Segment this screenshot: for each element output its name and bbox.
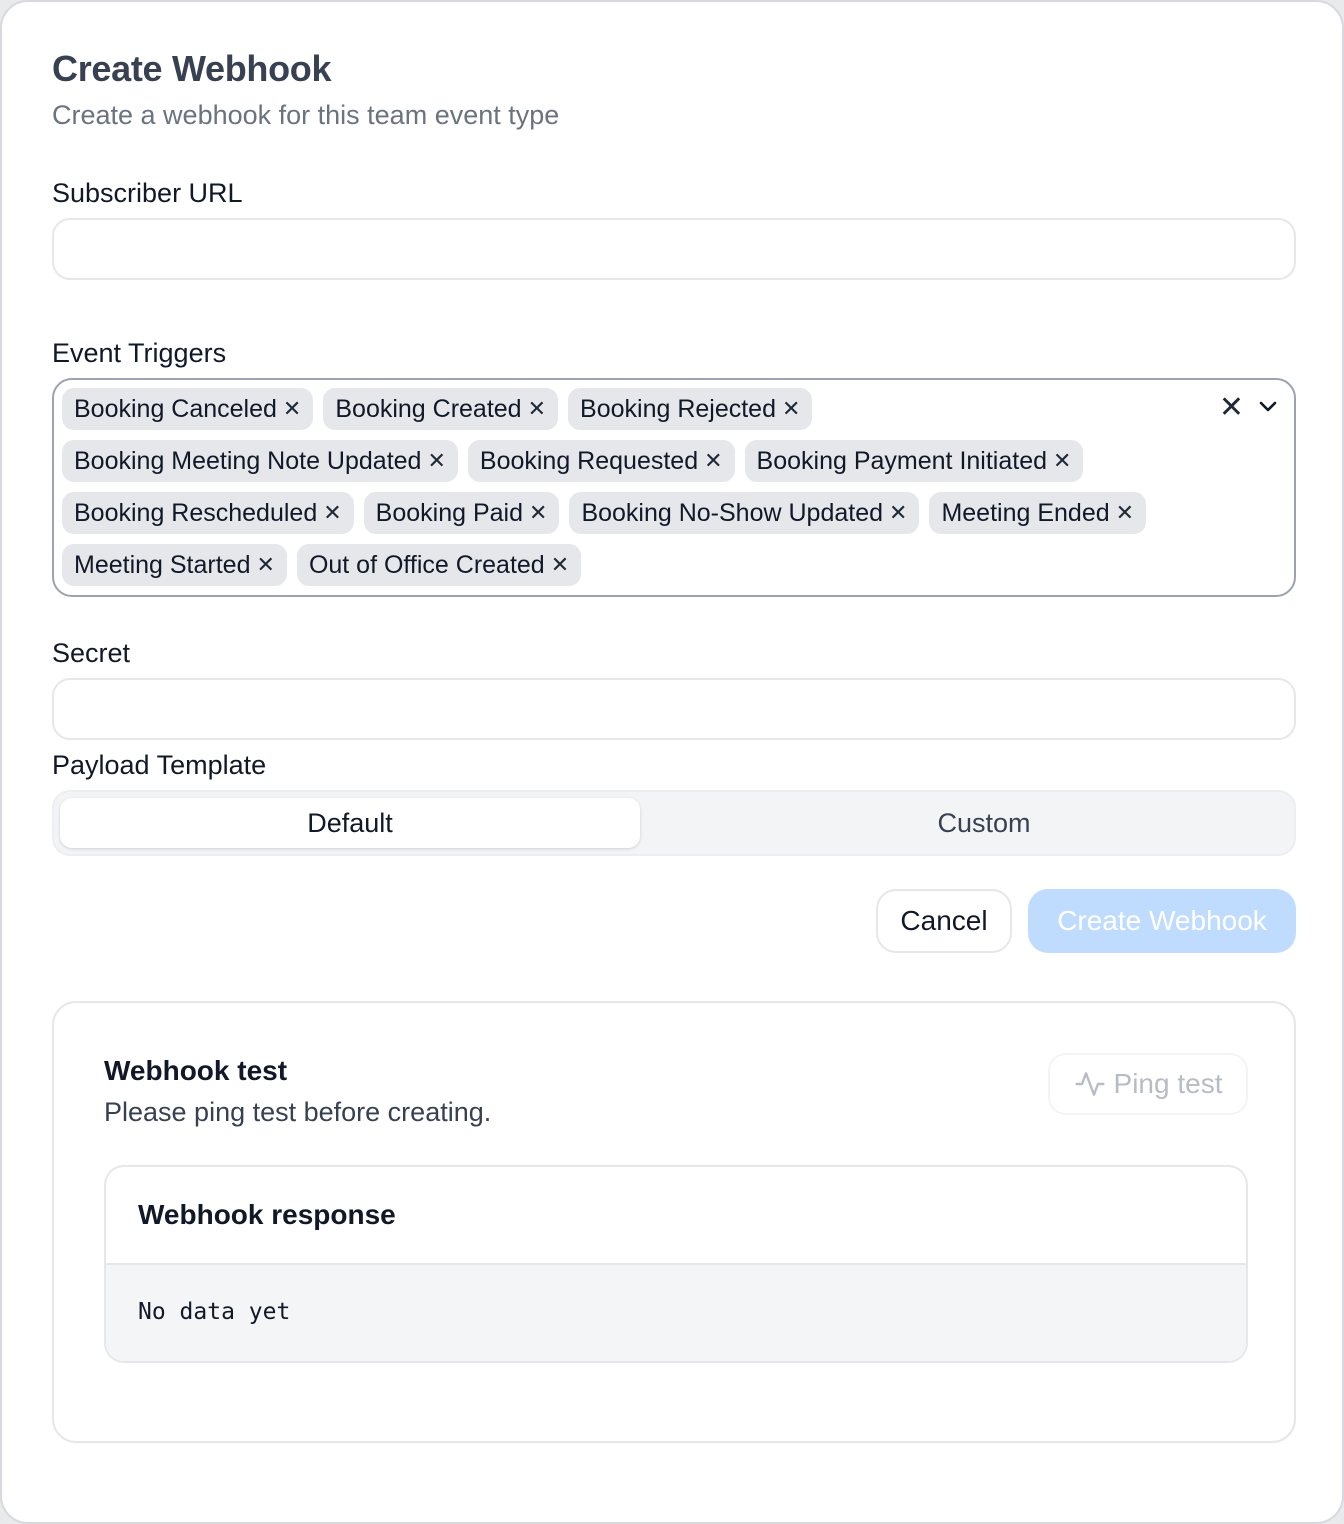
event-trigger-chip: Booking Rejected ✕ — [568, 388, 813, 430]
remove-chip-icon[interactable]: ✕ — [528, 398, 546, 420]
create-webhook-button[interactable]: Create Webhook — [1028, 889, 1296, 953]
webhook-response-body: No data yet — [106, 1265, 1246, 1361]
remove-chip-icon[interactable]: ✕ — [323, 502, 341, 524]
event-trigger-chip-label: Booking Created — [335, 394, 522, 423]
remove-chip-icon[interactable]: ✕ — [427, 450, 445, 472]
event-trigger-chip: Meeting Started ✕ — [62, 544, 287, 586]
remove-chip-icon[interactable]: ✕ — [283, 398, 301, 420]
cancel-button[interactable]: Cancel — [876, 889, 1012, 953]
event-trigger-chip: Booking Paid ✕ — [363, 492, 560, 534]
webhook-response-title: Webhook response — [138, 1199, 396, 1230]
event-triggers-select[interactable]: Booking Canceled ✕ Booking Created ✕ Booking… — [52, 378, 1296, 597]
remove-chip-icon[interactable]: ✕ — [1053, 450, 1071, 472]
ping-test-label: Ping test — [1113, 1068, 1223, 1099]
remove-chip-icon[interactable]: ✕ — [257, 554, 275, 576]
webhook-test-title: Webhook test — [104, 1055, 288, 1086]
remove-chip-icon[interactable]: ✕ — [782, 398, 800, 420]
webhook-response-text: No data yet — [138, 1299, 291, 1325]
event-trigger-chip: Meeting Ended ✕ — [929, 492, 1147, 534]
event-trigger-chip: Booking Rescheduled ✕ — [62, 492, 354, 534]
remove-chip-icon[interactable]: ✕ — [551, 554, 569, 576]
event-trigger-chip-label: Booking No-Show Updated — [581, 498, 884, 527]
event-trigger-chip-label: Meeting Started — [74, 550, 251, 579]
ping-test-button[interactable]: Ping test — [1048, 1053, 1248, 1115]
event-trigger-chip-label: Booking Paid — [375, 498, 523, 527]
secret-input[interactable] — [52, 678, 1296, 740]
payload-option-custom[interactable]: Custom — [674, 798, 1294, 848]
activity-icon — [1074, 1072, 1105, 1096]
event-trigger-chip-label: Out of Office Created — [308, 550, 545, 579]
subscriber-url-label: Subscriber URL — [52, 178, 243, 208]
clear-all-icon[interactable]: ✕ — [1219, 390, 1244, 425]
event-triggers-label: Event Triggers — [52, 338, 227, 368]
secret-label: Secret — [52, 638, 131, 668]
event-trigger-chip: Booking Canceled ✕ — [62, 388, 314, 430]
webhook-response-header: Webhook response — [106, 1167, 1246, 1265]
event-trigger-chip: Out of Office Created ✕ — [296, 544, 582, 586]
event-trigger-chip: Booking Requested ✕ — [467, 440, 735, 482]
event-trigger-chip-label: Booking Requested — [479, 446, 699, 475]
event-trigger-chip-label: Booking Rejected — [580, 394, 776, 423]
event-trigger-chip: Booking Meeting Note Updated ✕ — [62, 440, 458, 482]
remove-chip-icon[interactable]: ✕ — [889, 502, 907, 524]
event-trigger-chips: Booking Canceled ✕ Booking Created ✕ Booking… — [62, 388, 1202, 586]
payload-template-label: Payload Template — [52, 750, 267, 780]
payload-template-toggle: Default Custom — [52, 790, 1296, 856]
event-trigger-chip-label: Meeting Ended — [941, 498, 1110, 527]
event-trigger-chip-label: Booking Canceled — [74, 394, 277, 423]
remove-chip-icon[interactable]: ✕ — [1116, 502, 1134, 524]
event-trigger-chip-label: Booking Payment Initiated — [756, 446, 1048, 475]
webhook-test-description: Please ping test before creating. — [104, 1097, 492, 1127]
remove-chip-icon[interactable]: ✕ — [529, 502, 547, 524]
event-trigger-chip: Booking No-Show Updated ✕ — [569, 492, 920, 534]
remove-chip-icon[interactable]: ✕ — [704, 450, 722, 472]
event-trigger-chip-label: Booking Rescheduled — [74, 498, 318, 527]
event-trigger-chip: Booking Created ✕ — [323, 388, 559, 430]
payload-option-default[interactable]: Default — [60, 798, 640, 848]
create-webhook-dialog: Create Webhook Create a webhook for this… — [0, 0, 1344, 1524]
subscriber-url-input[interactable] — [52, 218, 1296, 280]
event-trigger-chip: Booking Payment Initiated ✕ — [744, 440, 1084, 482]
event-trigger-chip-label: Booking Meeting Note Updated — [74, 446, 422, 475]
dialog-title: Create Webhook — [52, 48, 332, 89]
chevron-down-icon[interactable] — [1256, 394, 1280, 418]
webhook-test-card: Webhook test Please ping test before cre… — [52, 1001, 1296, 1443]
dialog-subtitle: Create a webhook for this team event typ… — [52, 100, 560, 130]
webhook-response-panel: Webhook response No data yet — [104, 1165, 1248, 1363]
